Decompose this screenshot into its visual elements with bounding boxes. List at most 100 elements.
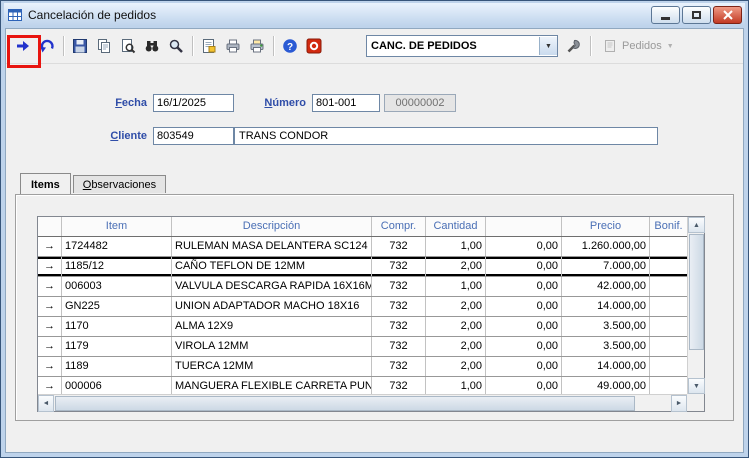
cell-precio: 14.000,00 <box>562 297 650 316</box>
cell-bonif <box>650 237 687 256</box>
printer-setup-icon <box>249 38 265 54</box>
col-header-cantidad[interactable]: Cantidad <box>426 217 486 236</box>
col-header-compr[interactable]: Compr. <box>372 217 426 236</box>
print-setup-button[interactable] <box>245 34 269 58</box>
table-row[interactable]: → 006003 VALVULA DESCARGA RAPIDA 16X16MM… <box>38 277 687 297</box>
table-row[interactable]: → 1185/12 CAÑO TEFLON DE 12MM 732 2,00 0… <box>38 257 687 277</box>
cell-bonif <box>650 297 687 316</box>
cell-compr: 732 <box>372 317 426 336</box>
cliente-code-input[interactable] <box>153 127 234 145</box>
table-row[interactable]: → 1724482 RULEMAN MASA DELANTERA SC124 P… <box>38 237 687 257</box>
table-row[interactable]: → 1179 VIROLA 12MM 732 2,00 0,00 3.500,0… <box>38 337 687 357</box>
minimize-icon <box>661 17 670 20</box>
horizontal-scroll-thumb[interactable] <box>55 396 635 411</box>
maximize-button[interactable] <box>682 6 711 24</box>
cell-dto: 0,00 <box>486 317 562 336</box>
table-row[interactable]: → 000006 MANGUERA FLEXIBLE CARRETA PUNTA… <box>38 377 687 394</box>
cell-cantidad: 1,00 <box>426 237 486 256</box>
col-header-precio[interactable]: Precio <box>562 217 650 236</box>
scroll-down-button[interactable]: ▼ <box>688 378 705 394</box>
combo-dropdown-button[interactable]: ▼ <box>539 37 557 55</box>
copy-button[interactable] <box>92 34 116 58</box>
cell-cantidad: 2,00 <box>426 357 486 376</box>
grid-rows: → 1724482 RULEMAN MASA DELANTERA SC124 P… <box>38 237 687 394</box>
toolbar-separator <box>63 36 64 56</box>
cell-descripcion: VIROLA 12MM <box>172 337 372 356</box>
module-combo[interactable]: CANC. DE PEDIDOS ▼ <box>366 35 558 57</box>
magnifier-icon <box>168 38 184 54</box>
titlebar[interactable]: Cancelación de pedidos <box>4 3 745 26</box>
zoom-button[interactable] <box>164 34 188 58</box>
pedidos-form-icon <box>603 38 619 54</box>
cell-item: 1185/12 <box>62 257 172 276</box>
cell-compr: 732 <box>372 377 426 394</box>
toolbar: ? CANC. DE PEDIDOS ▼ Pedidos ▼ <box>6 29 743 64</box>
scroll-right-icon: ► <box>676 400 683 407</box>
vertical-scroll-thumb[interactable] <box>689 234 704 350</box>
fecha-label: Fecha <box>7 97 147 109</box>
row-indicator-icon: → <box>38 337 62 356</box>
save-button[interactable] <box>68 34 92 58</box>
cell-compr: 732 <box>372 357 426 376</box>
row-indicator-icon: → <box>38 297 62 316</box>
annotation-highlight-box <box>7 35 41 68</box>
col-header-descripcion[interactable]: Descripción <box>172 217 372 236</box>
new-form-button[interactable] <box>197 34 221 58</box>
find-button[interactable] <box>140 34 164 58</box>
exit-icon <box>306 38 322 54</box>
numero-input[interactable] <box>312 94 380 112</box>
col-header-bonif[interactable]: Bonif. <box>650 217 687 236</box>
minimize-button[interactable] <box>651 6 680 24</box>
table-row[interactable]: → 1189 TUERCA 12MM 732 2,00 0,00 14.000,… <box>38 357 687 377</box>
tab-items[interactable]: Items <box>20 173 71 194</box>
binoculars-icon <box>144 38 160 54</box>
table-row[interactable]: → 1170 ALMA 12X9 732 2,00 0,00 3.500,00 <box>38 317 687 337</box>
cell-bonif <box>650 357 687 376</box>
cell-item: 000006 <box>62 377 172 394</box>
toolbar-separator <box>192 36 193 56</box>
horizontal-scrollbar[interactable]: ◄ ► <box>38 394 687 411</box>
print-preview-button[interactable] <box>116 34 140 58</box>
exit-button[interactable] <box>302 34 326 58</box>
close-button[interactable] <box>713 6 742 24</box>
scrollbar-corner <box>687 394 704 411</box>
cell-item: 1724482 <box>62 237 172 256</box>
cell-bonif <box>650 337 687 356</box>
cell-precio: 3.500,00 <box>562 317 650 336</box>
col-header-dto[interactable] <box>486 217 562 236</box>
cell-descripcion: MANGUERA FLEXIBLE CARRETA PUNTA <box>172 377 372 394</box>
cell-item: GN225 <box>62 297 172 316</box>
tools-button[interactable] <box>562 34 586 58</box>
cell-item: 006003 <box>62 277 172 296</box>
cell-descripcion: ALMA 12X9 <box>172 317 372 336</box>
app-icon <box>7 7 23 23</box>
cell-compr: 732 <box>372 297 426 316</box>
tab-observaciones[interactable]: Observaciones <box>73 175 166 193</box>
toolbar-separator <box>273 36 274 56</box>
grid-main: Item Descripción Compr. Cantidad Precio … <box>38 217 687 394</box>
vertical-scrollbar[interactable]: ▲ ▼ <box>687 217 704 394</box>
scroll-left-button[interactable]: ◄ <box>38 395 54 412</box>
help-button[interactable]: ? <box>278 34 302 58</box>
fecha-input[interactable] <box>153 94 234 112</box>
table-row[interactable]: → GN225 UNION ADAPTADOR MACHO 18X16 732 … <box>38 297 687 317</box>
cell-descripcion: CAÑO TEFLON DE 12MM <box>172 257 372 276</box>
pedidos-label: Pedidos <box>622 40 662 52</box>
print-button[interactable] <box>221 34 245 58</box>
cell-item: 1189 <box>62 357 172 376</box>
close-icon <box>723 10 733 20</box>
cell-descripcion: UNION ADAPTADOR MACHO 18X16 <box>172 297 372 316</box>
cell-precio: 42.000,00 <box>562 277 650 296</box>
cell-cantidad: 2,00 <box>426 257 486 276</box>
copy-icon <box>96 38 112 54</box>
wrench-icon <box>566 38 582 54</box>
items-panel: Item Descripción Compr. Cantidad Precio … <box>15 194 734 421</box>
cell-cantidad: 2,00 <box>426 297 486 316</box>
scroll-right-button[interactable]: ► <box>671 395 687 412</box>
scroll-up-button[interactable]: ▲ <box>688 217 705 233</box>
col-header-item[interactable]: Item <box>62 217 172 236</box>
window-controls <box>651 6 742 24</box>
save-icon <box>72 38 88 54</box>
cell-dto: 0,00 <box>486 277 562 296</box>
items-grid: Item Descripción Compr. Cantidad Precio … <box>37 216 705 412</box>
